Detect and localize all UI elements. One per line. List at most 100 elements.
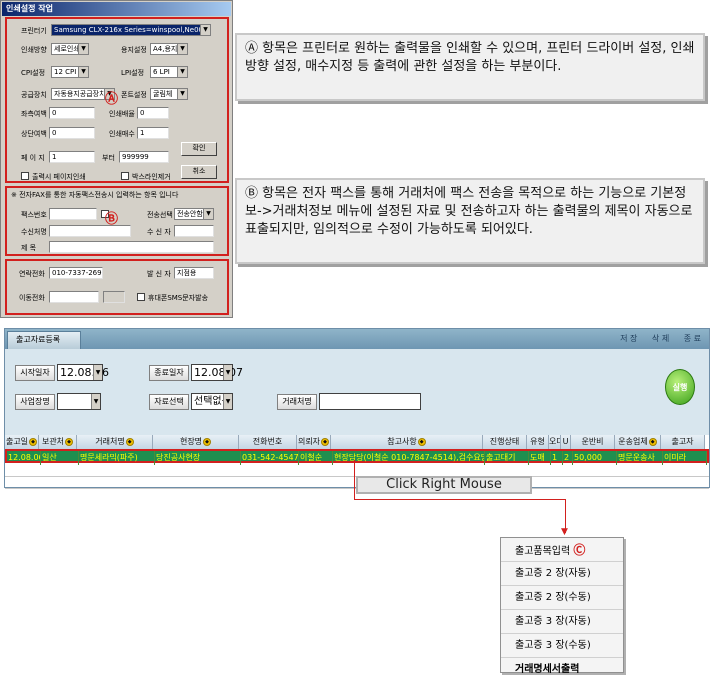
column-header-label: 전화번호 [252,437,283,446]
cpi-value: 12 CPI [54,68,77,76]
receiver-company-input[interactable] [49,225,131,237]
column-header[interactable]: 의뢰자 ◆ [297,435,331,449]
scale-input[interactable]: 0 [137,107,169,119]
table-row[interactable]: 12.08.06 일산 명문세라믹(파주) 당진공사현장 031-542-4547 이철순… [5,449,709,465]
orientation-select[interactable]: 세로인쇄 ▼ [51,43,89,55]
table-cell: 현장담당(이철순 010-7847-4514),검수요망 [333,451,485,465]
end-date-label: 종료일자 [149,365,189,381]
copies-input[interactable]: 1 [137,127,169,139]
client-input[interactable] [319,393,421,410]
sort-icon[interactable]: ◆ [203,437,212,446]
font-select[interactable]: 굴림체 ▼ [150,88,188,100]
box-line-label: 박스라인제거 [132,173,171,181]
sort-icon[interactable]: ◆ [29,437,38,446]
menu-item-invoice-print[interactable]: 거래명세서출력 [501,658,623,682]
run-button[interactable]: 실행 [665,369,695,405]
sender-label: 발 신 자 [147,270,171,278]
mobile-input[interactable] [49,291,99,303]
column-header[interactable]: 전화번호 [239,435,297,449]
table-cell: 2 [563,451,573,465]
sort-icon[interactable]: ◆ [125,437,134,446]
sort-icon[interactable]: ◆ [321,437,330,446]
column-header[interactable]: 출고일 ◆ [5,435,39,449]
sender-input[interactable]: 지점용 [174,267,214,279]
site-select[interactable]: ▼ [57,393,101,410]
chevron-down-icon: ▼ [177,89,187,99]
menu-item-slip-3-auto[interactable]: 출고증 3 장(자동) [501,610,623,634]
send-select[interactable]: 전송안함 ▼ [174,208,214,220]
cpi-label: CPI설정 [21,69,46,77]
start-date-input[interactable]: 12.08.06 ▼ [57,364,109,381]
arrow-down-icon: ▼ [561,527,568,537]
confirm-button[interactable]: 확인 [181,142,217,156]
chevron-down-icon: ▼ [223,365,232,380]
orientation-label: 인쇄방향 [21,46,47,54]
cancel-button[interactable]: 취소 [181,165,217,179]
column-header[interactable]: 참고사항 ◆ [331,435,483,449]
page-label: 페 이 지 [21,154,45,162]
page-to-label: 부터 [102,154,115,162]
menu-item-shipment-items[interactable]: 출고품목입력 Ⓒ [501,538,623,562]
right-click-label: Click Right Mouse [356,476,532,494]
table-cell: 12.08.06 [7,451,41,465]
chevron-down-icon: ▼ [223,394,232,409]
column-header[interactable]: 출고자 [661,435,705,449]
filter-panel: 시작일자 12.08.06 ▼ 종료일자 12.08.07 ▼ 사업장명 ▼ 자료선… [5,349,709,435]
subject-input[interactable] [49,241,214,253]
orientation-value: 세로인쇄 [54,45,80,53]
column-header[interactable]: 현장명 ◆ [153,435,239,449]
printer-select[interactable]: Samsung CLX-216x Series=winspool,Ne00 ▼ [51,24,211,36]
left-margin-input[interactable]: 0 [49,107,95,119]
site-label: 사업장명 [15,394,55,410]
receiver-input[interactable] [174,225,214,237]
column-header[interactable]: 유형 [527,435,549,449]
contact-label: 연락전화 [19,270,45,278]
data-select[interactable]: 선택없음 ▼ [191,393,233,410]
send-select-value: 전송안함 [177,210,203,218]
column-header[interactable]: 거래처명 ◆ [77,435,153,449]
column-header[interactable]: 오더 [549,435,561,449]
menu-item-slip-2-manual[interactable]: 출고증 2 장(수동) [501,586,623,610]
paper-select[interactable]: A4,용지 ▼ [150,43,188,55]
column-header[interactable]: 운반비 [571,435,615,449]
sms-label: 휴대폰SMS문자발송 [148,294,209,302]
sms-checkbox[interactable] [137,293,145,301]
toolbar-actions: 저 장 삭 제 종 료 [608,333,701,344]
column-header-label: 거래처명 [95,437,125,446]
output-page-checkbox[interactable] [21,172,29,180]
tab-shipment-registration[interactable]: 출고자료등록 [7,331,81,349]
column-header[interactable]: 진행상태 [483,435,527,449]
marker-a: Ⓐ [105,92,119,107]
sort-icon[interactable]: ◆ [648,437,657,446]
menu-item-slip-2-auto[interactable]: 출고증 2 장(자동) [501,562,623,586]
column-header-label: 오더 [549,437,560,446]
sort-icon[interactable]: ◆ [417,437,426,446]
column-header[interactable]: U [561,435,571,449]
end-date-value: 12.08.07 [194,366,243,379]
column-header-label: 참고사항 [387,437,417,446]
fax-header: ※ 전자FAX를 통한 자동팩스전송시 입력하는 항목 입니다 [11,191,179,199]
shipment-registration-window: 출고자료등록 저 장 삭 제 종 료 시작일자 12.08.06 ▼ 종료일자 1… [4,328,710,489]
page-from-input[interactable]: 1 [49,151,95,163]
box-line-checkbox[interactable] [121,172,129,180]
delete-button[interactable]: 삭 제 [652,334,669,343]
contact-input[interactable]: 010-7337-2692 [49,267,103,279]
fax-number-input[interactable] [49,208,97,220]
end-date-input[interactable]: 12.08.07 ▼ [191,364,243,381]
cpi-select[interactable]: 12 CPI ▼ [51,66,89,78]
save-button[interactable]: 저 장 [620,334,637,343]
feed-value: 자동용지공급장치 [54,90,106,98]
context-menu: 출고품목입력 Ⓒ 출고증 2 장(자동) 출고증 2 장(수동) 출고증 3 장… [500,537,624,675]
column-header[interactable]: 운송업체 ◆ [615,435,661,449]
column-header-label: U [562,437,569,446]
lpi-label: LPI설정 [121,69,145,77]
mobile-input-2[interactable] [103,291,125,303]
menu-item-slip-3-manual[interactable]: 출고증 3 장(수동) [501,634,623,658]
top-margin-input[interactable]: 0 [49,127,95,139]
column-header[interactable]: 보관처 ◆ [39,435,77,449]
lpi-select[interactable]: 6 LPI ▼ [150,66,188,78]
sort-icon[interactable]: ◆ [65,437,74,446]
exit-button[interactable]: 종 료 [684,334,701,343]
page-to-input[interactable]: 999999 [119,151,169,163]
window-toolbar: 출고자료등록 저 장 삭 제 종 료 [5,329,709,349]
